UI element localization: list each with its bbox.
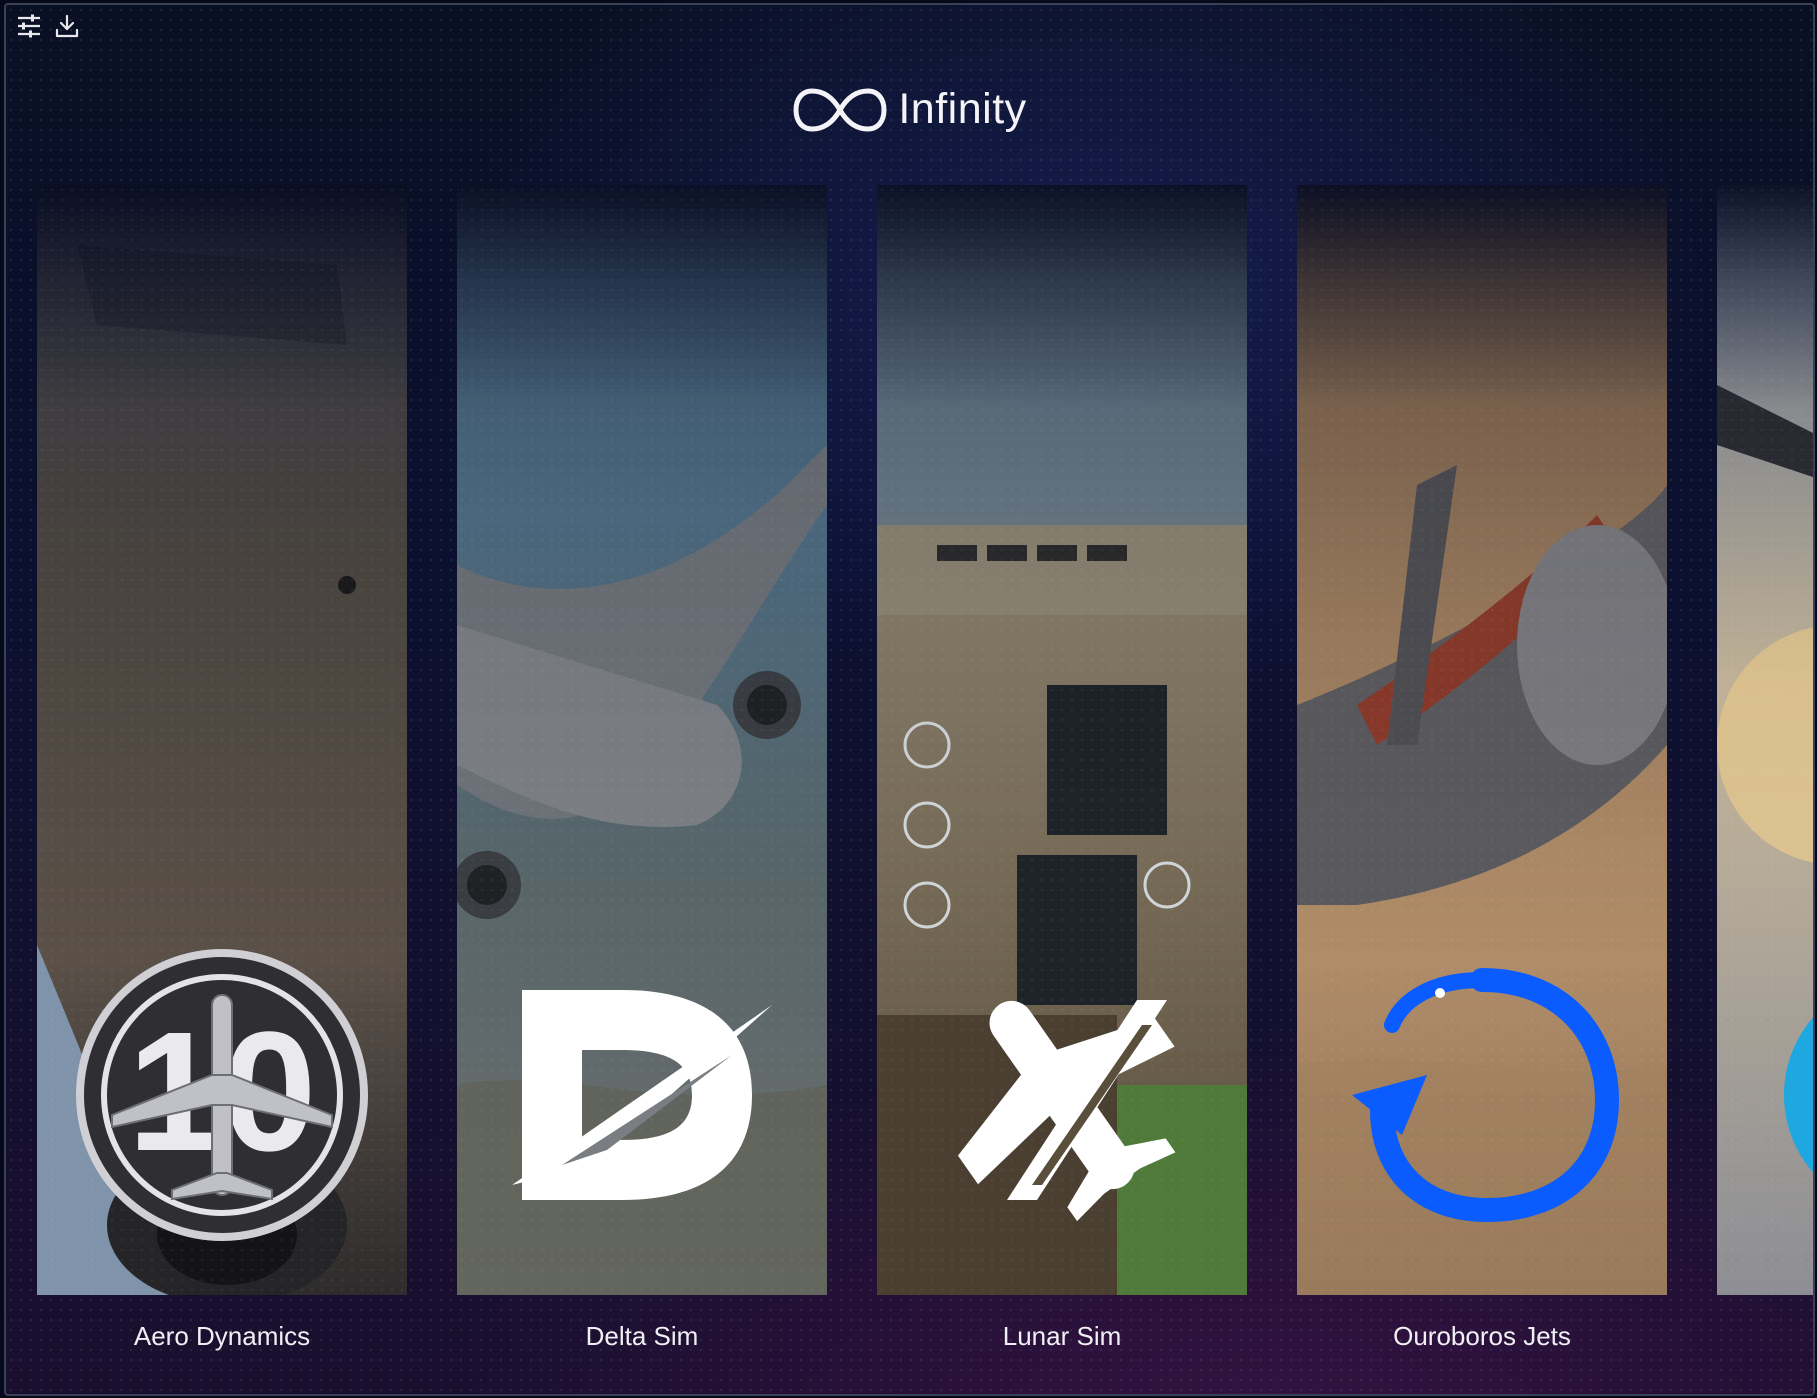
card-delta-sim[interactable]: Delta Sim	[457, 185, 827, 1351]
card-artwork	[1297, 185, 1667, 1295]
card-aero-dynamics[interactable]: 10 Aero Dynamics	[37, 185, 407, 1351]
cyan-circle-logo	[1784, 1017, 1813, 1173]
card-ouroboros-jets[interactable]: Ouroboros Jets	[1297, 185, 1667, 1351]
product-carousel: 10 Aero Dynamics	[37, 185, 1813, 1351]
card-label: Aero Dynamics	[133, 1321, 311, 1351]
launcher-window: Infinity Aero Dynamics Delta Sim Lunar S…	[4, 3, 1815, 1396]
card-label: Ouroboros Jets	[1393, 1321, 1571, 1351]
brand-header: Infinity	[6, 85, 1813, 134]
ouroboros-logo	[1352, 968, 1620, 1223]
card-artwork	[1717, 185, 1813, 1295]
plane-patch-logo: 10	[76, 949, 368, 1241]
card-artwork	[457, 185, 827, 1295]
sliders-icon[interactable]	[14, 11, 44, 41]
plane-slash-logo	[957, 1000, 1176, 1222]
card-artwork: 10	[37, 185, 407, 1295]
card-partial[interactable]	[1717, 185, 1813, 1295]
infinity-icon	[793, 87, 887, 132]
d-logo	[512, 990, 772, 1200]
card-artwork	[877, 185, 1247, 1295]
card-label: Lunar Sim	[1002, 1321, 1122, 1351]
toolbar	[14, 11, 82, 41]
card-lunar-sim[interactable]: Lunar Sim	[877, 185, 1247, 1351]
card-label: Delta Sim	[585, 1321, 699, 1351]
download-icon[interactable]	[52, 11, 82, 41]
brand-title: Infinity	[898, 85, 1027, 133]
